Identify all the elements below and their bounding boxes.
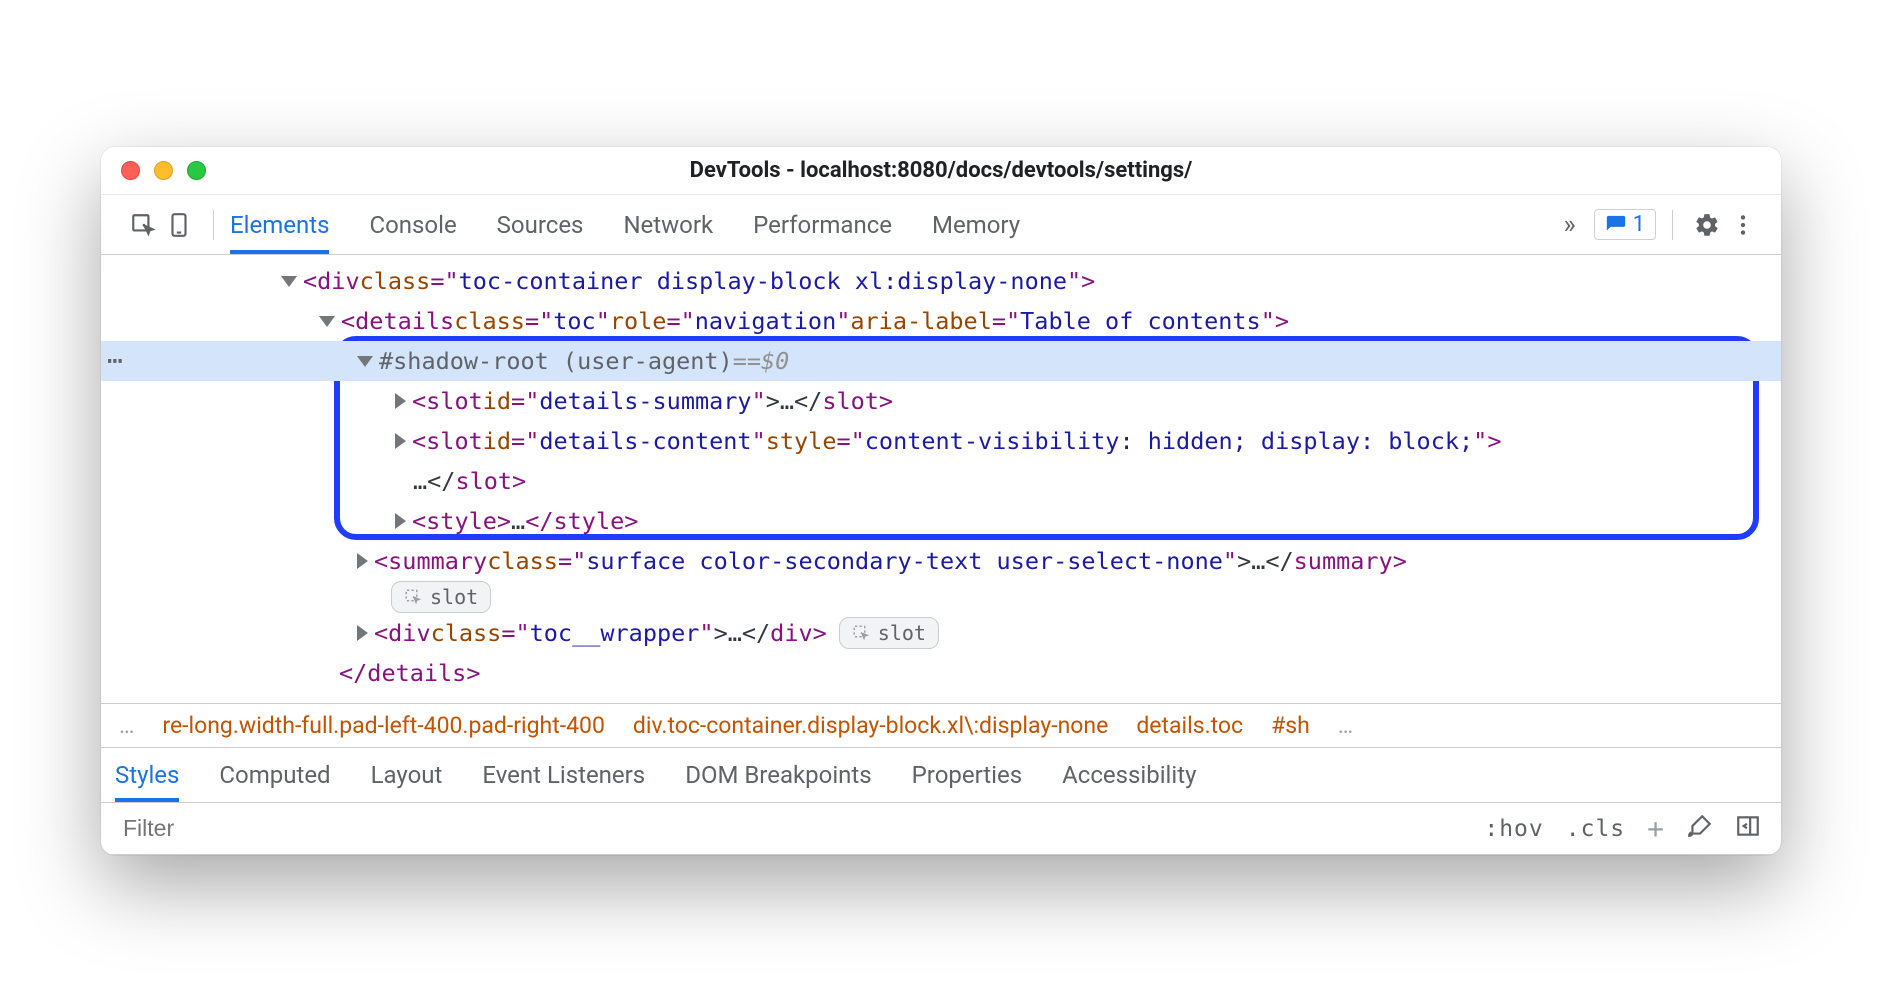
panel-tabs: Elements Console Sources Network Perform… [230, 195, 1020, 254]
expand-toggle-icon[interactable] [357, 553, 368, 569]
expand-toggle-icon[interactable] [357, 356, 373, 367]
titlebar: DevTools - localhost:8080/docs/devtools/… [101, 147, 1781, 195]
dom-node-details[interactable]: <details class="toc" role="navigation" a… [101, 301, 1781, 341]
crumb-overflow-right[interactable]: … [1338, 712, 1353, 739]
subtab-accessibility[interactable]: Accessibility [1062, 748, 1196, 802]
subtab-styles[interactable]: Styles [115, 748, 179, 802]
paint-brush-icon[interactable] [1687, 813, 1713, 845]
dom-node-details-close[interactable]: </details> [101, 653, 1781, 693]
crumb-overflow-left[interactable]: … [119, 712, 134, 739]
device-toolbar-icon[interactable] [161, 212, 197, 238]
styles-filter-bar: :hov .cls + [101, 803, 1781, 855]
tab-console[interactable]: Console [369, 195, 456, 254]
inspect-element-icon[interactable] [125, 212, 161, 238]
expand-toggle-icon[interactable] [357, 625, 368, 641]
subtab-event-listeners[interactable]: Event Listeners [482, 748, 645, 802]
zoom-window-button[interactable] [187, 161, 206, 180]
minimize-window-button[interactable] [154, 161, 173, 180]
separator [1672, 210, 1673, 240]
subtab-dom-breakpoints[interactable]: DOM Breakpoints [685, 748, 871, 802]
computed-sidebar-toggle-icon[interactable] [1735, 813, 1761, 845]
expand-toggle-icon[interactable] [281, 276, 297, 287]
settings-icon[interactable] [1689, 212, 1725, 238]
crumb[interactable]: details.toc [1136, 712, 1243, 739]
toggle-cls-button[interactable]: .cls [1566, 816, 1625, 842]
slot-badge[interactable]: slot [839, 617, 939, 649]
expand-toggle-icon[interactable] [395, 393, 406, 409]
styles-panel-tabs: Styles Computed Layout Event Listeners D… [101, 747, 1781, 803]
close-window-button[interactable] [121, 161, 140, 180]
kebab-menu-icon[interactable] [1725, 212, 1761, 238]
main-toolbar: Elements Console Sources Network Perform… [101, 195, 1781, 255]
tab-memory[interactable]: Memory [932, 195, 1020, 254]
tab-sources[interactable]: Sources [497, 195, 584, 254]
dom-slot-badge-row: slot [101, 581, 1781, 613]
separator [213, 210, 214, 240]
toggle-hov-button[interactable]: :hov [1484, 816, 1543, 842]
more-tabs-icon[interactable]: » [1555, 210, 1583, 240]
subtab-layout[interactable]: Layout [371, 748, 443, 802]
dom-node-summary[interactable]: <summary class="surface color-secondary-… [101, 541, 1781, 581]
dom-node-slot-content[interactable]: <slot id="details-content" style="conten… [101, 421, 1781, 461]
tab-elements[interactable]: Elements [230, 195, 329, 254]
expand-toggle-icon[interactable] [395, 513, 406, 529]
tab-network[interactable]: Network [623, 195, 713, 254]
slot-badge[interactable]: slot [391, 581, 491, 613]
subtab-computed[interactable]: Computed [219, 748, 330, 802]
crumb[interactable]: div.toc-container.display-block.xl\:disp… [633, 712, 1108, 739]
expand-toggle-icon[interactable] [319, 316, 335, 327]
styles-filter-input[interactable] [121, 814, 1462, 843]
new-style-rule-button[interactable]: + [1647, 812, 1665, 845]
hover-dots-icon[interactable]: ⋯ [107, 341, 124, 381]
dom-node-shadow-root[interactable]: ⋯ #shadow-root (user-agent) == $0 [101, 341, 1781, 381]
subtab-properties[interactable]: Properties [912, 748, 1022, 802]
tab-performance[interactable]: Performance [753, 195, 892, 254]
dom-node-style[interactable]: <style>…</style> [101, 501, 1781, 541]
issues-counter[interactable]: 1 [1594, 209, 1656, 240]
dom-node-slot-summary[interactable]: <slot id="details-summary">…</slot> [101, 381, 1781, 421]
issue-count: 1 [1633, 212, 1645, 237]
dom-node-div[interactable]: <div class="toc-container display-block … [101, 261, 1781, 301]
crumb[interactable]: re-long.width-full.pad-left-400.pad-righ… [162, 712, 605, 739]
dom-node-div-wrapper[interactable]: <div class="toc__wrapper">…</div> slot [101, 613, 1781, 653]
devtools-window: DevTools - localhost:8080/docs/devtools/… [101, 147, 1781, 855]
expand-toggle-icon[interactable] [395, 433, 406, 449]
dom-breadcrumbs[interactable]: … re-long.width-full.pad-left-400.pad-ri… [101, 703, 1781, 747]
dom-tree[interactable]: <div class="toc-container display-block … [101, 255, 1781, 703]
crumb[interactable]: #sh [1271, 712, 1310, 739]
window-title: DevTools - localhost:8080/docs/devtools/… [101, 158, 1781, 183]
traffic-lights [121, 161, 206, 180]
dom-node-slot-content-close[interactable]: …</slot> [101, 461, 1781, 501]
